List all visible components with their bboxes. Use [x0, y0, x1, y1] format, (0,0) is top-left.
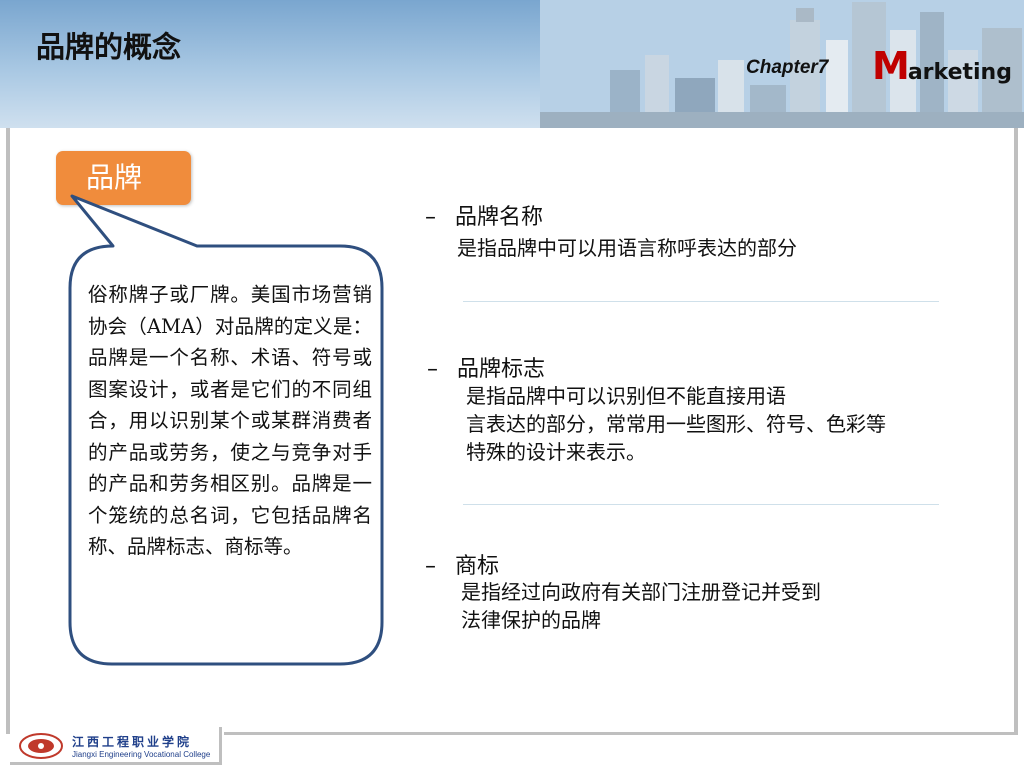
desc-line: 言表达的部分，常常用一些图形、符号、色彩等 — [466, 412, 886, 436]
item-brand-name-desc: 是指品牌中可以用语言称呼表达的部分 — [457, 234, 797, 262]
marketing-logo: Marketing — [872, 44, 1012, 88]
college-emblem-icon — [19, 733, 63, 759]
separator-line — [463, 301, 939, 302]
marketing-logo-m: M — [872, 44, 910, 88]
desc-line: 特殊的设计来表示。 — [466, 440, 646, 464]
item-trademark-title: – 商标 — [425, 548, 499, 580]
marketing-logo-rest: arketing — [907, 60, 1012, 85]
item-trademark-desc: 是指经过向政府有关部门注册登记并受到 法律保护的品牌 — [461, 578, 821, 634]
header-banner: 品牌的概念 Chapter7 Marketing — [0, 0, 1024, 128]
item-title-text: 品牌标志 — [457, 357, 546, 382]
desc-line: 是指经过向政府有关部门注册登记并受到 — [461, 580, 821, 604]
item-title-text: 品牌名称 — [455, 205, 544, 230]
item-brand-name-title: – 品牌名称 — [425, 199, 543, 231]
college-name-cn: 江西工程职业学院 — [72, 735, 193, 749]
desc-line: 是指品牌中可以用语言称呼表达的部分 — [457, 236, 797, 260]
frame-left-border — [6, 128, 10, 734]
frame-bottom-border — [224, 732, 1018, 735]
dash-bullet: – — [425, 205, 436, 230]
chapter-label: Chapter7 — [746, 57, 829, 78]
separator-line — [463, 504, 939, 505]
desc-line: 是指品牌中可以识别但不能直接用语 — [466, 384, 786, 408]
dash-bullet: – — [427, 357, 438, 382]
college-name-en: Jiangxi Engineering Vocational College — [72, 750, 211, 759]
dash-bullet: – — [425, 554, 436, 579]
item-title-text: 商标 — [455, 554, 500, 579]
brand-definition-text: 俗称牌子或厂牌。美国市场营销协会（AMA）对品牌的定义是：品牌是一个名称、术语、… — [88, 283, 372, 558]
desc-line: 法律保护的品牌 — [461, 608, 601, 632]
page-title: 品牌的概念 — [36, 30, 182, 64]
frame-right-border — [1014, 128, 1018, 734]
item-brand-logo-desc: 是指品牌中可以识别但不能直接用语 言表达的部分，常常用一些图形、符号、色彩等 特… — [466, 382, 886, 466]
item-brand-logo-title: – 品牌标志 — [427, 351, 545, 383]
